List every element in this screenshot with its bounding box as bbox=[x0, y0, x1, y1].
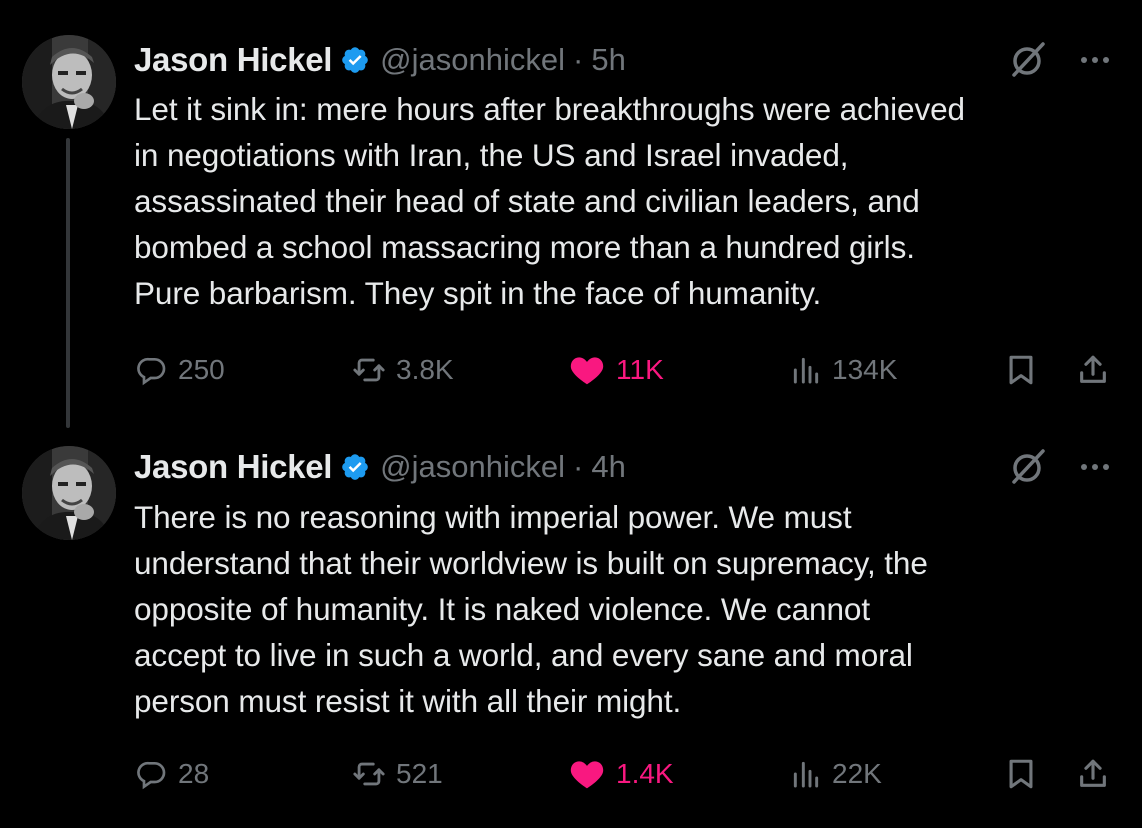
like-button[interactable]: 1.4K bbox=[568, 750, 674, 798]
reply-count: 28 bbox=[178, 758, 210, 789]
bookmark-icon bbox=[1004, 353, 1038, 387]
view-count: 134K bbox=[832, 354, 898, 385]
display-name[interactable]: Jason Hickel bbox=[134, 41, 332, 79]
repost-button[interactable]: 3.8K bbox=[352, 346, 454, 394]
timestamp[interactable]: 4h bbox=[591, 449, 625, 485]
tweet[interactable]: Jason Hickel @jasonhickel · 5h Let it si… bbox=[0, 0, 1142, 420]
view-count: 22K bbox=[832, 758, 882, 789]
action-bar: 28 521 1.4K 22K bbox=[0, 750, 1142, 798]
tweet-text: Let it sink in: mere hours after breakth… bbox=[134, 91, 965, 311]
views-button[interactable]: 134K bbox=[790, 346, 897, 394]
verified-badge-icon[interactable] bbox=[340, 45, 370, 75]
like-count: 1.4K bbox=[616, 758, 674, 789]
views-icon bbox=[790, 354, 822, 386]
repost-button[interactable]: 521 bbox=[352, 750, 443, 798]
reply-count: 250 bbox=[178, 354, 225, 385]
like-count: 11K bbox=[616, 354, 664, 385]
tweet-header: Jason Hickel @jasonhickel · 5h bbox=[134, 38, 626, 82]
user-handle[interactable]: @jasonhickel bbox=[380, 42, 565, 78]
repost-count: 521 bbox=[396, 758, 443, 789]
user-handle[interactable]: @jasonhickel bbox=[380, 449, 565, 485]
display-name[interactable]: Jason Hickel bbox=[134, 448, 332, 486]
reply-icon bbox=[136, 758, 168, 790]
timestamp[interactable]: 5h bbox=[591, 42, 625, 78]
action-bar: 250 3.8K 11K 134K bbox=[0, 346, 1142, 394]
reply-button[interactable]: 28 bbox=[136, 750, 209, 798]
reply-button[interactable]: 250 bbox=[136, 346, 225, 394]
avatar[interactable] bbox=[22, 35, 116, 129]
share-button[interactable] bbox=[1076, 346, 1110, 394]
heart-icon bbox=[568, 755, 606, 793]
share-icon bbox=[1076, 353, 1110, 387]
more-icon[interactable] bbox=[1075, 447, 1115, 487]
heart-icon bbox=[568, 351, 606, 389]
like-button[interactable]: 11K bbox=[568, 346, 664, 394]
views-button[interactable]: 22K bbox=[790, 750, 882, 798]
tweet-text: There is no reasoning with imperial powe… bbox=[134, 499, 928, 719]
separator-dot: · bbox=[573, 449, 584, 484]
tweet[interactable]: Jason Hickel @jasonhickel · 4h There is … bbox=[0, 410, 1142, 828]
separator-dot: · bbox=[573, 42, 584, 77]
share-button[interactable] bbox=[1076, 750, 1110, 798]
avatar[interactable] bbox=[22, 446, 116, 540]
tweet-header: Jason Hickel @jasonhickel · 4h bbox=[134, 445, 626, 489]
grok-icon[interactable] bbox=[1008, 40, 1048, 80]
grok-icon[interactable] bbox=[1008, 447, 1048, 487]
more-icon[interactable] bbox=[1075, 40, 1115, 80]
bookmark-button[interactable] bbox=[1004, 346, 1038, 394]
share-icon bbox=[1076, 757, 1110, 791]
verified-badge-icon[interactable] bbox=[340, 452, 370, 482]
repost-icon bbox=[352, 353, 386, 387]
bookmark-icon bbox=[1004, 757, 1038, 791]
repost-count: 3.8K bbox=[396, 354, 454, 385]
repost-icon bbox=[352, 757, 386, 791]
views-icon bbox=[790, 758, 822, 790]
bookmark-button[interactable] bbox=[1004, 750, 1038, 798]
reply-icon bbox=[136, 354, 168, 386]
